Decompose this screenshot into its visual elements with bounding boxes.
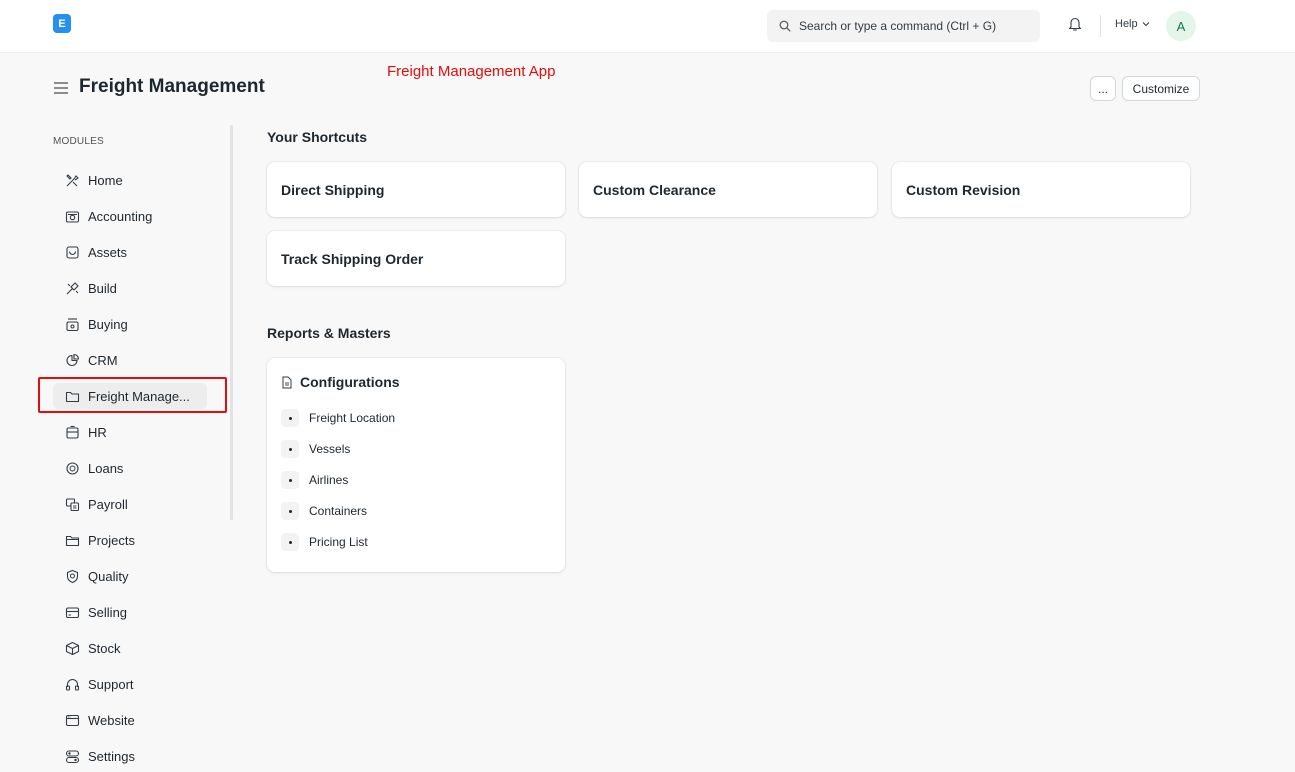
reports-section-title: Reports & Masters [267,325,391,341]
navbar: E Search or type a command (Ctrl + G) He… [0,0,1295,53]
hr-icon [64,424,80,440]
bullet-icon [281,502,299,520]
link-freight-location[interactable]: Freight Location [281,409,395,427]
link-pricing-list[interactable]: Pricing List [281,533,368,551]
sidebar-item-label: Accounting [88,208,153,224]
highlight-box [38,377,227,413]
chevron-down-icon [1142,22,1150,27]
bullet-icon [281,440,299,458]
configurations-card-title[interactable]: Configurations [281,374,400,390]
sidebar-item-selling[interactable]: Selling [53,599,207,625]
sidebar-item-loans[interactable]: Loans [53,455,207,481]
sidebar-item-label: Projects [88,532,135,548]
build-icon [64,280,80,296]
search-placeholder: Search or type a command (Ctrl + G) [799,19,997,33]
link-airlines[interactable]: Airlines [281,471,348,489]
notification-bell-icon[interactable] [1068,16,1082,35]
annotation-label: Freight Management App [387,63,556,80]
tools-icon [64,172,80,188]
sidebar-item-assets[interactable]: Assets [53,239,207,265]
app-logo[interactable]: E [53,14,71,33]
shortcut-custom-clearance[interactable]: Custom Clearance [579,162,877,217]
help-label: Help [1115,18,1138,30]
link-label: Airlines [309,473,349,487]
link-vessels[interactable]: Vessels [281,440,350,458]
page-title: Freight Management [79,76,265,97]
projects-icon [64,532,80,548]
sidebar-item-accounting[interactable]: Accounting [53,203,207,229]
document-icon [282,376,292,388]
help-dropdown[interactable]: Help [1115,18,1150,30]
sidebar-item-website[interactable]: Website [53,707,207,733]
accounting-icon [64,208,80,224]
sidebar-item-label: Selling [88,604,128,620]
sidebar-section-label: MODULES [53,136,104,147]
configurations-card: Configurations Freight Location Vessels … [267,358,565,572]
sidebar-item-label: Support [88,676,134,692]
bullet-icon [281,533,299,551]
shortcut-custom-revision[interactable]: Custom Revision [892,162,1190,217]
sidebar-item-stock[interactable]: Stock [53,635,207,661]
search-icon [779,20,791,32]
selling-icon [64,604,80,620]
crm-icon [64,352,80,368]
sidebar-item-label: Stock [88,640,121,656]
link-label: Freight Location [309,411,396,425]
website-icon [64,712,80,728]
sidebar-item-support[interactable]: Support [53,671,207,697]
customize-button[interactable]: Customize [1122,76,1200,101]
loans-icon [64,460,80,476]
link-label: Vessels [309,442,351,456]
sidebar-item-crm[interactable]: CRM [53,347,207,373]
quality-icon [64,568,80,584]
sidebar-toggle-icon[interactable] [54,82,68,97]
sidebar-item-build[interactable]: Build [53,275,207,301]
link-label: Pricing List [309,535,368,549]
payroll-icon [64,496,80,512]
shortcut-label: Custom Clearance [593,181,716,198]
sidebar-item-payroll[interactable]: Payroll [53,491,207,517]
shortcut-direct-shipping[interactable]: Direct Shipping [267,162,565,217]
configurations-label: Configurations [300,374,400,390]
shortcut-track-shipping-order[interactable]: Track Shipping Order [267,231,565,286]
sidebar-item-buying[interactable]: Buying [53,311,207,337]
bullet-icon [281,471,299,489]
shortcut-label: Track Shipping Order [281,250,424,267]
shortcut-label: Direct Shipping [281,181,385,198]
sidebar-item-projects[interactable]: Projects [53,527,207,553]
shortcut-label: Custom Revision [906,181,1021,198]
sidebar-item-label: Assets [88,244,128,260]
sidebar-item-label: Home [88,172,123,188]
sidebar-item-label: Payroll [88,496,128,512]
link-label: Containers [309,504,368,518]
avatar[interactable]: A [1166,11,1196,41]
link-containers[interactable]: Containers [281,502,367,520]
sidebar-item-label: CRM [88,352,118,368]
sidebar-item-label: Website [88,712,135,728]
sidebar-item-quality[interactable]: Quality [53,563,207,589]
shortcuts-section-title: Your Shortcuts [267,129,368,145]
sidebar-item-label: Quality [88,568,129,584]
sidebar-item-label: HR [88,424,107,440]
sidebar-item-hr[interactable]: HR [53,419,207,445]
search-bar[interactable]: Search or type a command (Ctrl + G) [767,10,1040,42]
buying-icon [64,316,80,332]
sidebar-item-settings[interactable]: Settings [53,743,207,769]
sidebar-item-label: Build [88,280,117,296]
stock-icon [64,640,80,656]
sidebar-item-home[interactable]: Home [53,167,207,193]
support-icon [64,676,80,692]
navbar-divider [1100,15,1101,37]
sidebar-item-label: Buying [88,316,128,332]
assets-icon [64,244,80,260]
settings-icon [64,748,80,764]
sidebar-scrollbar[interactable] [230,125,233,520]
sidebar-item-label: Loans [88,460,124,476]
more-actions-button[interactable]: ... [1090,76,1116,101]
bullet-icon [281,409,299,427]
sidebar-item-label: Settings [88,748,135,764]
